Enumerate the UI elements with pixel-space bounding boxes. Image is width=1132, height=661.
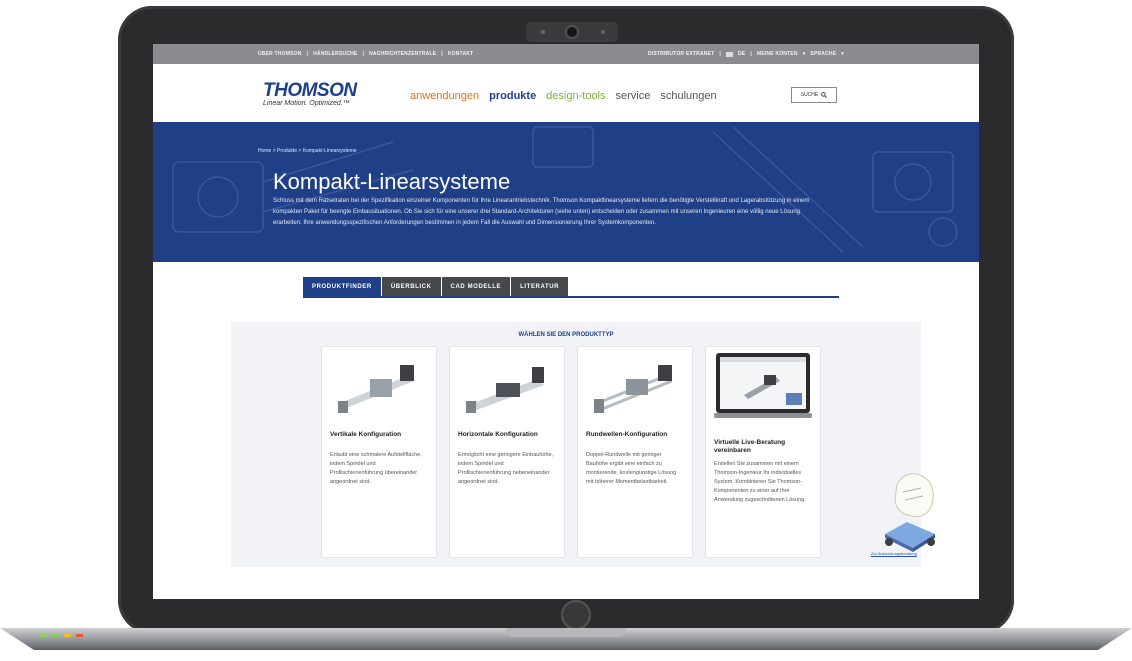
card-description: Ermöglicht eine geringere Einbauhöhe, in… — [458, 452, 554, 485]
card-title: Virtuelle Live-Beratung vereinbaren — [714, 439, 786, 454]
card-description: Erlaubt eine schmalere Aufstellfläche, i… — [330, 452, 422, 485]
tab-produktfinder[interactable]: PRODUKTFINDER — [303, 277, 382, 296]
logo-wordmark: THOMSON — [263, 80, 357, 101]
logo[interactable]: THOMSON Linear Motion. Optimized.™ — [263, 80, 357, 107]
utility-bar: ÜBER THOMSON | HÄNDLERSUCHE | NACHRICHTENZ… — [153, 44, 979, 64]
site-header: THOMSON Linear Motion. Optimized.™ anwen… — [153, 64, 979, 122]
horizontal-system-image — [466, 367, 544, 413]
status-led — [76, 634, 83, 637]
nav-anwendungen[interactable]: anwendungen — [410, 90, 479, 102]
main-nav: anwendungen produkte design-tools servic… — [410, 90, 717, 102]
status-led — [40, 634, 47, 637]
card-title: Vertikale Konfiguration — [330, 431, 402, 438]
breadcrumb[interactable]: Home > Produkte > Kompakt-Linearsysteme — [258, 148, 357, 154]
utility-link[interactable]: NACHRICHTENZENTRALE — [369, 51, 436, 57]
card-description: Erstellen Sie zusammen mit einem Thomson… — [714, 461, 806, 503]
home-button — [561, 600, 591, 630]
tab-ueberblick[interactable]: ÜBERBLICK — [381, 277, 442, 296]
round-shaft-system-image — [594, 365, 673, 413]
card-title: Rundwellen-Konfiguration — [586, 431, 668, 438]
laptop-consultation-image — [714, 353, 812, 418]
page-title: Kompakt-Linearsysteme — [273, 169, 511, 194]
laptop-screen: ÜBER THOMSON | HÄNDLERSUCHE | NACHRICHTENZ… — [153, 44, 979, 599]
tab-underline — [303, 296, 839, 298]
laptop-base-notch — [506, 628, 626, 637]
search-button[interactable]: SUCHE — [791, 87, 837, 103]
product-card-round-shaft[interactable]: Rundwellen-Konfiguration Doppel-Rundwell… — [577, 346, 693, 558]
chevron-down-icon: ▾ — [802, 51, 806, 57]
consultation-link[interactable]: Zur Anwendungsberatung — [871, 551, 917, 556]
picker-heading: WÄHLEN SIE DEN PRODUKTTYP — [518, 332, 614, 338]
utility-links-left: ÜBER THOMSON | HÄNDLERSUCHE | NACHRICHTENZ… — [258, 51, 474, 57]
webcam-sensor — [541, 30, 545, 34]
language-link[interactable]: SPRACHE — [810, 51, 836, 57]
utility-link[interactable]: ÜBER THOMSON — [258, 51, 302, 57]
card-description: Doppel-Rundwelle mit geringer Bauhöhe er… — [586, 452, 677, 485]
search-icon — [821, 92, 828, 98]
tab-cad-modelle[interactable]: CAD MODELLE — [441, 277, 512, 296]
flag-icon[interactable] — [725, 51, 733, 57]
chevron-down-icon: ▾ — [841, 51, 844, 57]
distributor-link[interactable]: DISTRIBUTOR EXTRANET — [648, 51, 714, 57]
account-link[interactable]: MEINE KONTEN — [757, 51, 798, 57]
product-card-vertical[interactable]: Vertikale Konfiguration Erlaubt eine sch… — [321, 346, 437, 558]
live-consultation-card[interactable]: Virtuelle Live-Beratung vereinbaren Erst… — [705, 346, 821, 558]
consultation-illustration[interactable] — [877, 464, 943, 559]
vertical-system-image — [338, 365, 414, 413]
webcam-indicator — [601, 30, 605, 34]
search-label: SUCHE — [800, 92, 819, 98]
nav-produkte[interactable]: produkte — [489, 90, 536, 102]
utility-link[interactable]: HÄNDLERSUCHE — [313, 51, 357, 57]
status-led — [52, 634, 59, 637]
nav-design-tools[interactable]: design-tools — [546, 90, 605, 102]
status-led — [64, 634, 71, 637]
tab-literatur[interactable]: LITERATUR — [511, 277, 570, 296]
card-title: Horizontale Konfiguration — [458, 431, 538, 438]
language-code[interactable]: DE — [738, 51, 745, 57]
utility-links-right: DISTRIBUTOR EXTRANET | DE | MEINE KONTEN ▾… — [647, 51, 844, 57]
webcam-icon — [567, 27, 577, 37]
nav-schulungen[interactable]: schulungen — [660, 90, 716, 102]
product-card-horizontal[interactable]: Horizontale Konfiguration Ermöglicht ein… — [449, 346, 565, 558]
logo-tagline: Linear Motion. Optimized.™ — [263, 100, 350, 107]
page-intro: Schluss mit dem Rätselraten bei der Spez… — [273, 198, 810, 226]
hero-banner: Home > Produkte > Kompakt-Linearsysteme … — [153, 122, 979, 262]
content-tabs: PRODUKTFINDER ÜBERBLICK CAD MODELLE LITE… — [303, 277, 570, 296]
nav-service[interactable]: service — [616, 90, 651, 102]
utility-link[interactable]: KONTAKT — [448, 51, 473, 57]
